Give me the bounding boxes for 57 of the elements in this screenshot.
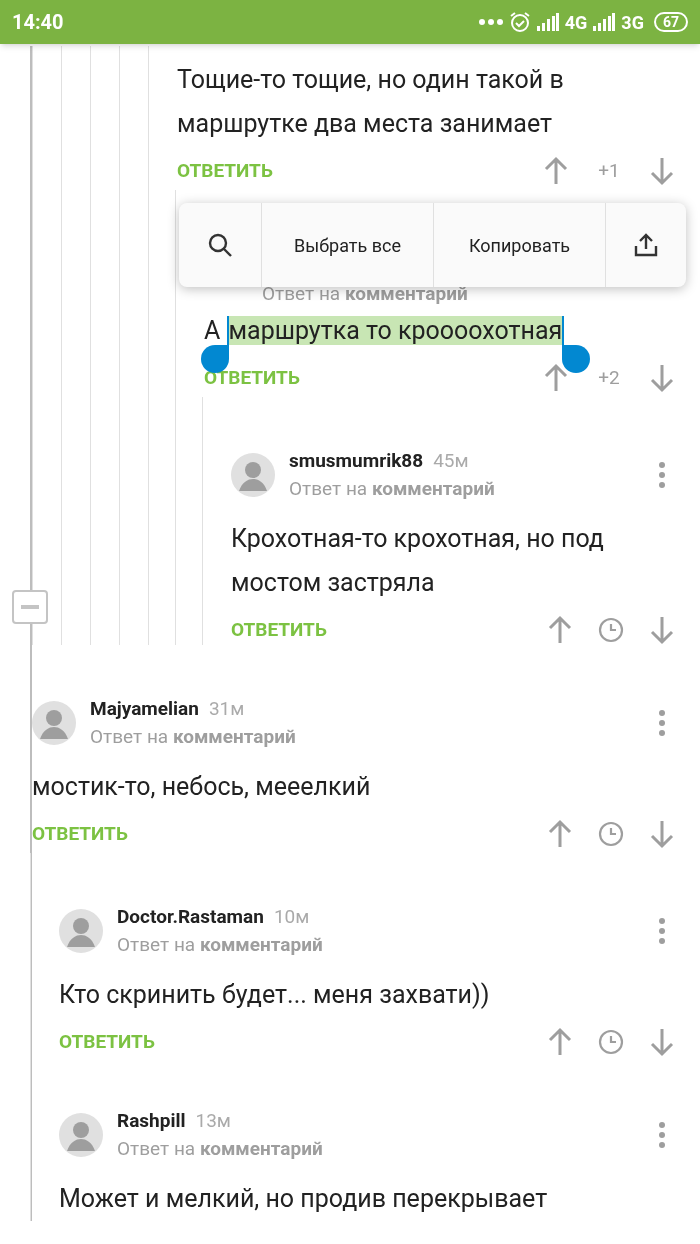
down-arrow-icon[interactable] xyxy=(650,819,674,849)
author-name[interactable]: smusmumrik88 xyxy=(289,447,424,475)
more-icon[interactable] xyxy=(659,918,665,944)
avatar-icon[interactable] xyxy=(32,701,76,745)
reply-to-label: Ответ на комментарий xyxy=(117,932,324,958)
up-arrow-icon[interactable] xyxy=(548,1027,572,1057)
search-icon xyxy=(207,232,233,258)
comment-time: 31м xyxy=(208,696,245,722)
status-time: 14:40 xyxy=(12,9,64,36)
comment-text: Крохотная-то крохотная, но под мостом застряла xyxy=(231,523,605,599)
comment-text: Может и мелкий, но продив перекрывает xyxy=(59,1183,549,1215)
author-name[interactable]: Doctor.Rastaman xyxy=(117,903,264,931)
signal-icon xyxy=(593,13,616,31)
comment-text: мостик-то, небось, мееелкий xyxy=(32,771,372,803)
battery-level: 67 xyxy=(653,12,688,32)
clock-icon[interactable] xyxy=(598,617,624,643)
comment-time: 10м xyxy=(273,904,310,930)
clock-icon[interactable] xyxy=(598,821,624,847)
down-arrow-icon[interactable] xyxy=(650,363,674,393)
reply-to-label: Ответ на комментарий xyxy=(289,476,496,502)
comment-time: 45м xyxy=(433,448,469,474)
network-type: 4G xyxy=(564,10,588,35)
comment-text: Кто скринить будет... меня захвати)) xyxy=(59,979,491,1011)
up-arrow-icon[interactable] xyxy=(544,363,568,393)
alarm-icon xyxy=(508,11,531,33)
network-type: 3G xyxy=(621,10,644,35)
comment-time: 13м xyxy=(195,1108,231,1134)
up-arrow-icon[interactable] xyxy=(548,615,572,645)
comment-text: Тощие-то тощие, но один такой в маршрутке два места занимает xyxy=(177,64,565,140)
rating-score: +2 xyxy=(597,364,621,391)
share-icon xyxy=(633,232,659,258)
reply-to-label: Ответ на комментарий xyxy=(117,1136,324,1162)
more-dots-icon xyxy=(478,19,503,25)
more-icon[interactable] xyxy=(659,710,665,736)
up-arrow-icon[interactable] xyxy=(544,156,568,186)
menu-action[interactable]: Копировать xyxy=(433,203,605,287)
minus-icon xyxy=(21,605,39,609)
collapse-button[interactable] xyxy=(12,590,48,624)
reply-to-label: Ответ на комментарий xyxy=(90,724,297,750)
clock-icon[interactable] xyxy=(598,1029,624,1055)
avatar-icon[interactable] xyxy=(59,1113,103,1157)
more-icon[interactable] xyxy=(659,1122,665,1148)
comment-text: А маршрутка то кроооохотная xyxy=(204,309,700,353)
menu-action[interactable]: Выбрать все xyxy=(261,203,433,287)
author-name[interactable]: Majyamelian xyxy=(90,695,199,723)
author-name[interactable]: Rashpill xyxy=(117,1107,186,1135)
selection-handle[interactable] xyxy=(562,345,591,373)
down-arrow-icon[interactable] xyxy=(650,615,674,645)
down-arrow-icon[interactable] xyxy=(650,156,674,186)
rating-score: +1 xyxy=(597,157,621,184)
signal-icon xyxy=(536,13,559,31)
avatar-icon[interactable] xyxy=(231,453,275,497)
avatar-icon[interactable] xyxy=(59,909,103,953)
up-arrow-icon[interactable] xyxy=(548,819,572,849)
more-icon[interactable] xyxy=(659,462,665,488)
selection-handle[interactable] xyxy=(200,345,229,373)
down-arrow-icon[interactable] xyxy=(650,1027,674,1057)
